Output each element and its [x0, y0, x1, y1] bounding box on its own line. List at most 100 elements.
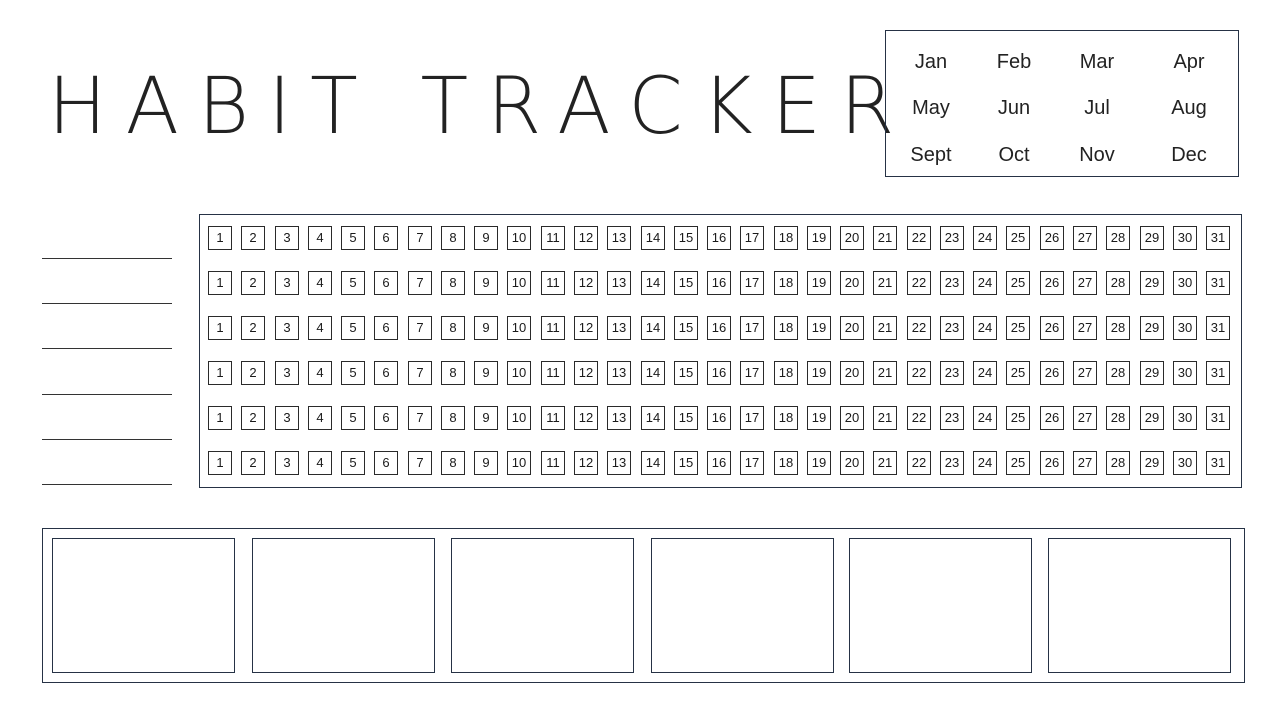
day-checkbox[interactable]: 3 [275, 361, 299, 385]
day-checkbox[interactable]: 11 [541, 271, 565, 295]
day-checkbox[interactable]: 22 [907, 406, 931, 430]
day-checkbox[interactable]: 9 [474, 271, 498, 295]
day-checkbox[interactable]: 19 [807, 451, 831, 475]
day-checkbox[interactable]: 3 [275, 316, 299, 340]
month-8[interactable]: Aug [1144, 96, 1234, 120]
day-checkbox[interactable]: 2 [241, 406, 265, 430]
habit-name-line[interactable] [42, 394, 172, 395]
day-checkbox[interactable]: 30 [1173, 406, 1197, 430]
day-checkbox[interactable]: 12 [574, 226, 598, 250]
day-checkbox[interactable]: 8 [441, 271, 465, 295]
day-checkbox[interactable]: 6 [374, 226, 398, 250]
day-checkbox[interactable]: 10 [507, 271, 531, 295]
day-checkbox[interactable]: 30 [1173, 226, 1197, 250]
day-checkbox[interactable]: 4 [308, 226, 332, 250]
day-checkbox[interactable]: 5 [341, 361, 365, 385]
day-checkbox[interactable]: 23 [940, 271, 964, 295]
day-checkbox[interactable]: 24 [973, 226, 997, 250]
month-3[interactable]: Mar [1052, 50, 1142, 74]
habit-name-line[interactable] [42, 484, 172, 485]
day-checkbox[interactable]: 30 [1173, 451, 1197, 475]
day-checkbox[interactable]: 12 [574, 316, 598, 340]
day-checkbox[interactable]: 18 [774, 361, 798, 385]
day-checkbox[interactable]: 2 [241, 451, 265, 475]
day-checkbox[interactable]: 5 [341, 271, 365, 295]
day-checkbox[interactable]: 20 [840, 271, 864, 295]
day-checkbox[interactable]: 4 [308, 451, 332, 475]
day-checkbox[interactable]: 8 [441, 451, 465, 475]
day-checkbox[interactable]: 28 [1106, 361, 1130, 385]
day-checkbox[interactable]: 13 [607, 451, 631, 475]
day-checkbox[interactable]: 14 [641, 271, 665, 295]
day-checkbox[interactable]: 10 [507, 451, 531, 475]
day-checkbox[interactable]: 24 [973, 406, 997, 430]
day-checkbox[interactable]: 7 [408, 271, 432, 295]
month-6[interactable]: Jun [969, 96, 1059, 120]
day-checkbox[interactable]: 22 [907, 361, 931, 385]
day-checkbox[interactable]: 27 [1073, 361, 1097, 385]
day-checkbox[interactable]: 27 [1073, 406, 1097, 430]
day-checkbox[interactable]: 5 [341, 406, 365, 430]
day-checkbox[interactable]: 13 [607, 271, 631, 295]
day-checkbox[interactable]: 31 [1206, 226, 1230, 250]
day-checkbox[interactable]: 22 [907, 226, 931, 250]
note-box[interactable] [252, 538, 435, 673]
day-checkbox[interactable]: 13 [607, 361, 631, 385]
day-checkbox[interactable]: 5 [341, 226, 365, 250]
day-checkbox[interactable]: 19 [807, 316, 831, 340]
day-checkbox[interactable]: 15 [674, 406, 698, 430]
day-checkbox[interactable]: 25 [1006, 361, 1030, 385]
month-11[interactable]: Nov [1052, 143, 1142, 167]
month-12[interactable]: Dec [1144, 143, 1234, 167]
day-checkbox[interactable]: 2 [241, 226, 265, 250]
day-checkbox[interactable]: 11 [541, 361, 565, 385]
day-checkbox[interactable]: 31 [1206, 451, 1230, 475]
day-checkbox[interactable]: 26 [1040, 361, 1064, 385]
day-checkbox[interactable]: 24 [973, 316, 997, 340]
day-checkbox[interactable]: 6 [374, 271, 398, 295]
day-checkbox[interactable]: 13 [607, 226, 631, 250]
day-checkbox[interactable]: 22 [907, 451, 931, 475]
day-checkbox[interactable]: 2 [241, 271, 265, 295]
day-checkbox[interactable]: 9 [474, 316, 498, 340]
day-checkbox[interactable]: 1 [208, 316, 232, 340]
day-checkbox[interactable]: 4 [308, 316, 332, 340]
day-checkbox[interactable]: 17 [740, 316, 764, 340]
day-checkbox[interactable]: 15 [674, 226, 698, 250]
day-checkbox[interactable]: 30 [1173, 271, 1197, 295]
day-checkbox[interactable]: 14 [641, 361, 665, 385]
day-checkbox[interactable]: 19 [807, 406, 831, 430]
day-checkbox[interactable]: 23 [940, 316, 964, 340]
day-checkbox[interactable]: 9 [474, 226, 498, 250]
day-checkbox[interactable]: 20 [840, 361, 864, 385]
day-checkbox[interactable]: 19 [807, 271, 831, 295]
day-checkbox[interactable]: 21 [873, 226, 897, 250]
day-checkbox[interactable]: 7 [408, 316, 432, 340]
day-checkbox[interactable]: 26 [1040, 406, 1064, 430]
day-checkbox[interactable]: 11 [541, 406, 565, 430]
day-checkbox[interactable]: 18 [774, 451, 798, 475]
day-checkbox[interactable]: 18 [774, 271, 798, 295]
day-checkbox[interactable]: 7 [408, 361, 432, 385]
day-checkbox[interactable]: 16 [707, 271, 731, 295]
month-5[interactable]: May [886, 96, 976, 120]
day-checkbox[interactable]: 3 [275, 406, 299, 430]
day-checkbox[interactable]: 27 [1073, 451, 1097, 475]
day-checkbox[interactable]: 28 [1106, 316, 1130, 340]
day-checkbox[interactable]: 16 [707, 316, 731, 340]
day-checkbox[interactable]: 17 [740, 451, 764, 475]
day-checkbox[interactable]: 4 [308, 406, 332, 430]
day-checkbox[interactable]: 29 [1140, 226, 1164, 250]
day-checkbox[interactable]: 29 [1140, 316, 1164, 340]
day-checkbox[interactable]: 16 [707, 451, 731, 475]
day-checkbox[interactable]: 25 [1006, 226, 1030, 250]
day-checkbox[interactable]: 20 [840, 406, 864, 430]
day-checkbox[interactable]: 14 [641, 316, 665, 340]
day-checkbox[interactable]: 10 [507, 316, 531, 340]
day-checkbox[interactable]: 22 [907, 271, 931, 295]
day-checkbox[interactable]: 2 [241, 361, 265, 385]
note-box[interactable] [849, 538, 1032, 673]
day-checkbox[interactable]: 17 [740, 271, 764, 295]
day-checkbox[interactable]: 26 [1040, 316, 1064, 340]
day-checkbox[interactable]: 6 [374, 451, 398, 475]
